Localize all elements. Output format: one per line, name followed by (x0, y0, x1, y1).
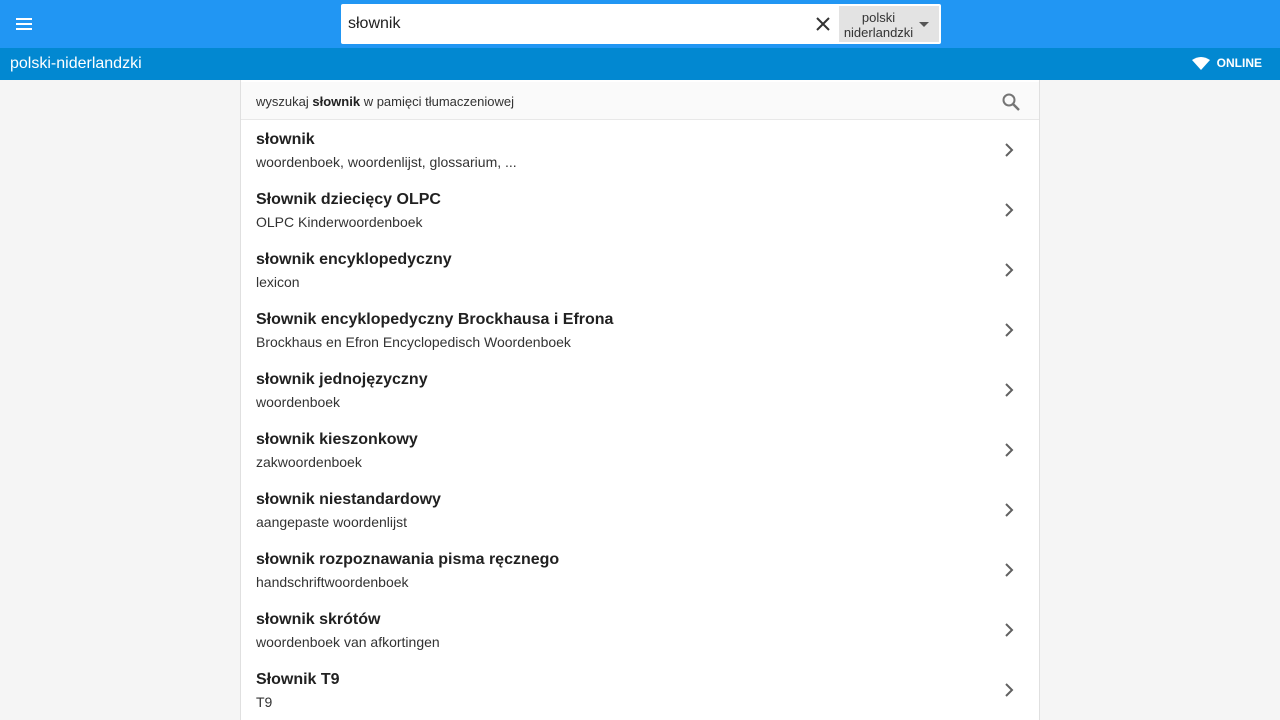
list-item[interactable]: słownik rozpoznawania pisma ręcznego hand… (241, 540, 1039, 600)
list-item[interactable]: słownik woordenboek, woordenlijst, glossa… (241, 120, 1039, 180)
list-item[interactable]: słownik jednojęzyczny woordenboek (241, 360, 1039, 420)
result-translation: lexicon (256, 274, 300, 290)
dictionary-bar: polski-niderlandzki ONLINE (0, 48, 1280, 80)
result-term: Słownik T9 (256, 671, 340, 688)
result-term: słownik jednojęzyczny (256, 371, 428, 388)
tm-prefix: wyszukaj (256, 94, 309, 109)
result-term: słownik rozpoznawania pisma ręcznego (256, 551, 560, 568)
menu-icon (16, 18, 32, 30)
translation-memory-search[interactable]: wyszukaj słownik w pamięci tłumaczeniowe… (241, 82, 1039, 120)
chevron-right-icon (1005, 323, 1014, 337)
result-translation: OLPC Kinderwoordenboek (256, 214, 423, 230)
search-icon (1002, 93, 1020, 111)
result-term: słownik encyklopedyczny (256, 251, 452, 268)
list-item[interactable]: Słownik T9 T9 (241, 660, 1039, 720)
list-item[interactable]: słownik encyklopedyczny lexicon (241, 240, 1039, 300)
translation-memory-label: wyszukaj słownik w pamięci tłumaczeniowe… (256, 94, 514, 109)
search-box: polski niderlandzki (341, 4, 941, 44)
close-icon (816, 17, 830, 31)
search-input[interactable] (341, 4, 801, 44)
result-translation: aangepaste woordenlijst (256, 514, 407, 530)
result-translation: zakwoordenboek (256, 454, 362, 470)
chevron-right-icon (1005, 443, 1014, 457)
result-term: słownik skrótów (256, 611, 381, 628)
wifi-icon (1191, 57, 1210, 70)
chevron-right-icon (1005, 683, 1014, 697)
result-term: słownik kieszonkowy (256, 431, 418, 448)
result-term: słownik niestandardowy (256, 491, 441, 508)
top-app-bar: polski niderlandzki (0, 0, 1280, 48)
dropdown-arrow-icon (919, 22, 929, 27)
result-translation: woordenboek, woordenlijst, glossarium, .… (256, 154, 517, 170)
result-term: słownik (256, 131, 315, 148)
chevron-right-icon (1005, 563, 1014, 577)
language-pair-select[interactable]: polski niderlandzki (839, 6, 939, 42)
result-term: Słownik dziecięcy OLPC (256, 191, 441, 208)
language-pair-label: polski niderlandzki (839, 10, 918, 40)
dictionary-title: polski-niderlandzki (10, 55, 142, 72)
result-translation: handschriftwoordenboek (256, 574, 409, 590)
chevron-right-icon (1005, 503, 1014, 517)
list-item[interactable]: Słownik dziecięcy OLPC OLPC Kinderwoorden… (241, 180, 1039, 240)
chevron-right-icon (1005, 263, 1014, 277)
list-item[interactable]: słownik kieszonkowy zakwoordenboek (241, 420, 1039, 480)
tm-suffix: w pamięci tłumaczeniowej (363, 94, 514, 109)
list-item[interactable]: Słownik encyklopedyczny Brockhausa i Efr… (241, 300, 1039, 360)
result-translation: woordenboek van afkortingen (256, 634, 440, 650)
list-item[interactable]: słownik skrótów woordenboek van afkorting… (241, 600, 1039, 660)
chevron-right-icon (1005, 143, 1014, 157)
results-panel: wyszukaj słownik w pamięci tłumaczeniowe… (240, 80, 1040, 720)
result-translation: woordenboek (256, 394, 341, 410)
result-translation: Brockhaus en Efron Encyclopedisch Woorde… (256, 334, 571, 350)
tm-term: słownik (312, 94, 361, 109)
chevron-right-icon (1005, 203, 1014, 217)
chevron-right-icon (1005, 623, 1014, 637)
list-item[interactable]: słownik niestandardowy aangepaste woorden… (241, 480, 1039, 540)
result-term: Słownik encyklopedyczny Brockhausa i Efr… (256, 311, 614, 328)
online-status: ONLINE (1191, 56, 1262, 70)
result-translation: T9 (256, 694, 273, 710)
target-language: niderlandzki (843, 25, 914, 40)
online-status-label: ONLINE (1216, 56, 1262, 70)
source-language: polski (861, 10, 896, 25)
results-list: słownik woordenboek, woordenlijst, glossa… (241, 120, 1039, 720)
chevron-right-icon (1005, 383, 1014, 397)
menu-button[interactable] (6, 6, 42, 42)
clear-search-button[interactable] (810, 12, 836, 36)
